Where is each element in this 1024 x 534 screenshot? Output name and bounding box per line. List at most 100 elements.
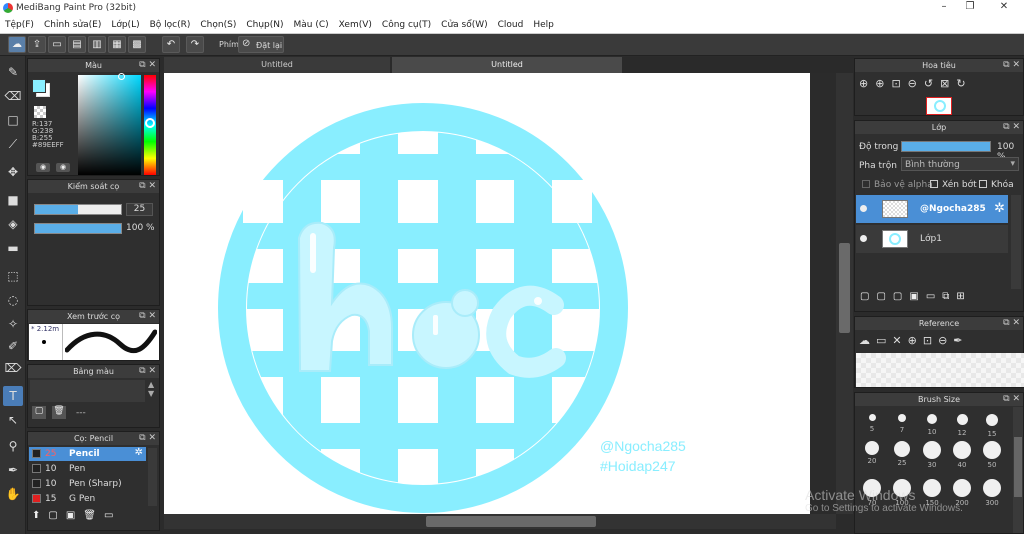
rotate-right-icon[interactable]: ↻ [956,77,972,90]
menu-filter[interactable]: Bộ lọc(R) [145,17,196,30]
line-tool-icon[interactable]: ⟋ [3,134,23,154]
brush-list-scrollbar[interactable] [148,448,157,506]
canvas-horizontal-scrollbar[interactable] [164,514,836,529]
eyedropper-small-icon[interactable]: ◉ [56,163,70,172]
reset-button[interactable]: ⊘ Đặt lại [238,36,284,53]
palette-add-icon[interactable]: ▢ [32,406,46,419]
document-icon[interactable]: ▥ [88,36,106,53]
panel-close-icon[interactable]: ⧉ ✕ [1003,317,1020,330]
lasso-icon[interactable]: ◌ [3,290,23,310]
layout-icon[interactable]: ▦ [108,36,126,53]
color-mode-icon[interactable]: ◉ [36,163,50,172]
brush-size-option[interactable]: 40 [948,439,976,473]
brush-size-value[interactable]: 25 [126,203,153,216]
new-layer-icon[interactable]: ▢ [860,291,876,302]
reference-eyedropper-icon[interactable]: ✒ [953,334,968,347]
palette-swatch-area[interactable] [30,380,145,402]
reference-zoom-in-icon[interactable]: ⊕ [908,334,923,347]
lock-checkbox[interactable] [979,180,987,188]
select-eraser-icon[interactable]: ⌦ [3,358,23,378]
text-tool-icon[interactable]: T [3,386,23,406]
cloud-icon[interactable]: ☁ [8,36,26,53]
rect-fill-tool-icon[interactable]: ■ [3,190,23,210]
hand-tool-icon[interactable]: ✋ [3,484,23,504]
layer-row[interactable]: Lớp1 [856,225,1008,253]
brush-list-item[interactable]: 25 Pencil ✲ [29,447,146,461]
layers-scrollbar[interactable] [1011,195,1021,289]
vertical-scroll-thumb[interactable] [839,243,850,333]
page-icon[interactable]: ▤ [68,36,86,53]
select-rect-icon[interactable]: ⬚ [3,266,23,286]
brush-size-option[interactable]: 15 [978,407,1006,441]
share-icon[interactable]: ⇪ [28,36,46,53]
palette-delete-icon[interactable]: 🗑 [52,406,66,419]
panel-close-icon[interactable]: ⧉ ✕ [139,310,156,323]
brush-size-option[interactable]: 12 [948,407,976,441]
select-pen-icon[interactable]: ✐ [3,336,23,356]
eyedropper-icon[interactable]: ⚲ [3,436,23,456]
tab-untitled-1[interactable]: Untitled [164,57,390,73]
menu-layer[interactable]: Lớp(L) [106,17,144,30]
hue-slider[interactable] [144,75,156,175]
transparent-swatch[interactable] [34,106,46,118]
rotate-left-icon[interactable]: ↺ [924,77,940,90]
undo-icon[interactable]: ↶ [162,36,180,53]
brush-size-option[interactable]: 20 [858,439,886,473]
panel-close-icon[interactable]: ⧉ ✕ [139,432,156,445]
zoom-out-icon[interactable]: ⊖ [908,77,924,90]
brush-size-option[interactable]: 25 [888,439,916,473]
zoom-in-icon[interactable]: ⊕ [859,77,875,90]
operation-tool-icon[interactable]: ↖ [3,410,23,430]
hue-slider-handle[interactable] [145,118,155,128]
panel-close-icon[interactable]: ⧉ ✕ [1003,59,1020,72]
brush-size-scrollbar[interactable] [1013,407,1023,533]
menu-select[interactable]: Chọn(S) [195,17,241,30]
layer-opacity-slider[interactable] [901,141,991,152]
brush-size-slider[interactable] [34,204,122,215]
add-layer-menu-icon[interactable]: ▣ [909,291,925,302]
duplicate-layer-icon[interactable]: ⧉ [942,291,956,302]
layer-settings-gear-icon[interactable]: ✲ [994,201,1005,216]
brush-list-item[interactable]: 10 Pen [29,462,146,476]
grid-icon[interactable]: ▩ [128,36,146,53]
reference-zoom-out-icon[interactable]: ⊖ [938,334,953,347]
new-layer-1bit-icon[interactable]: ▢ [893,291,909,302]
brush-size-option[interactable]: 30 [918,439,946,473]
reference-open-icon[interactable]: ▭ [876,334,892,347]
tab-untitled-2[interactable]: Untitled [392,57,622,73]
eraser-tool-icon[interactable]: ⌫ [3,86,23,106]
alpha-protect-checkbox[interactable] [862,180,870,188]
brush-size-scroll-thumb[interactable] [1014,437,1022,497]
menu-window[interactable]: Cửa sổ(W) [436,17,492,30]
minimize-button[interactable]: – [936,1,952,15]
panel-close-icon[interactable]: ⧉ ✕ [1003,121,1020,134]
panel-close-icon[interactable]: ⧉ ✕ [139,365,156,378]
close-button[interactable]: ✕ [996,1,1012,15]
brush-size-option[interactable]: 300 [978,477,1006,517]
menu-view[interactable]: Xem(V) [334,17,377,30]
comment-icon[interactable]: ▭ [48,36,66,53]
horizontal-scroll-thumb[interactable] [426,516,596,527]
move-tool-icon[interactable]: ✥ [3,162,23,182]
panel-close-icon[interactable]: ⧉ ✕ [1003,393,1020,406]
menu-tools[interactable]: Công cụ(T) [377,17,436,30]
brush-size-option[interactable]: 5 [858,407,886,441]
reference-view[interactable] [856,353,1024,387]
blend-mode-select[interactable]: Bình thường ▾ [901,157,1019,171]
brush-opacity-slider[interactable] [34,223,122,234]
drawing-canvas[interactable]: @Ngocha285 #Hoidap247 [164,73,810,514]
menu-help[interactable]: Help [528,17,559,30]
gradient-tool-icon[interactable]: ▬ [3,238,23,258]
shape-tool-icon[interactable]: □ [3,110,23,130]
panel-close-icon[interactable]: ⧉ ✕ [139,180,156,193]
brush-size-option[interactable]: 10 [918,407,946,441]
reference-close-icon[interactable]: ✕ [892,334,907,347]
brush-add-cloud-icon[interactable]: ⬆ [32,510,48,521]
new-layer-8bit-icon[interactable]: ▢ [876,291,892,302]
brush-tool-icon[interactable]: ✎ [3,62,23,82]
brush-delete-icon[interactable]: 🗑 [83,510,104,521]
clipping-checkbox[interactable] [930,180,938,188]
fit-window-icon[interactable]: ⊠ [940,77,956,90]
brush-list-item[interactable]: 15 G Pen [29,492,146,506]
merge-layer-icon[interactable]: ⊞ [956,291,971,302]
